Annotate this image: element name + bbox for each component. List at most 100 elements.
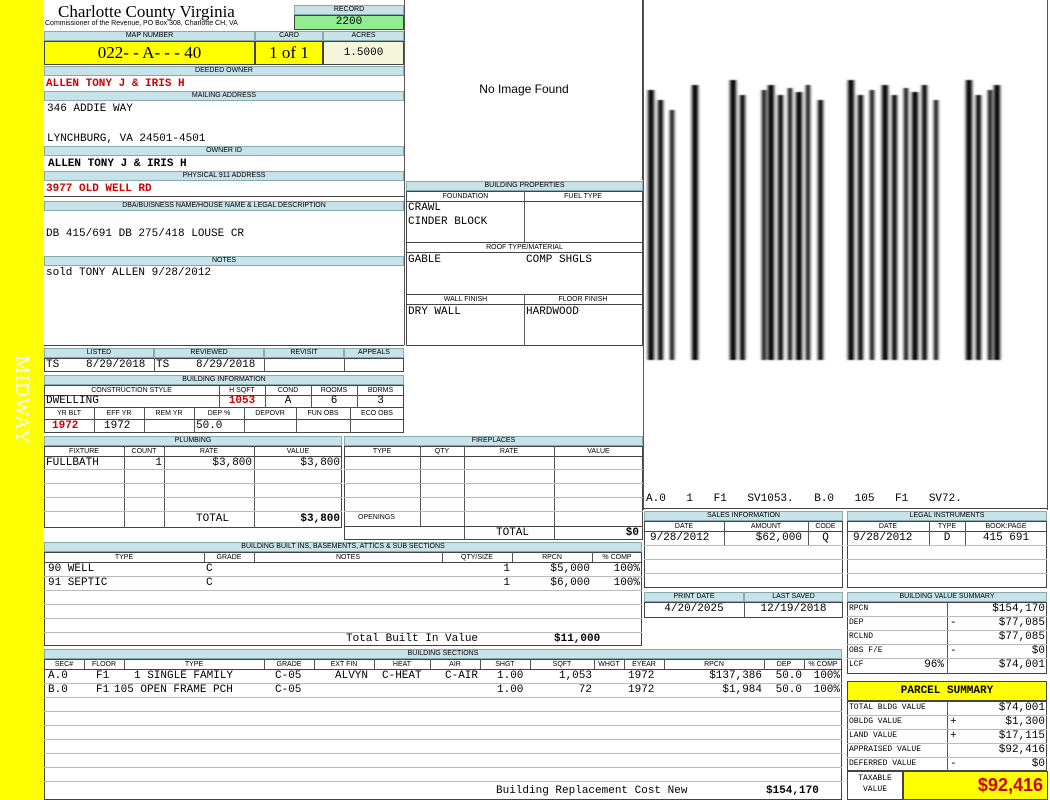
rclnd-label: RCLND [849, 632, 874, 641]
wall-finish-label: WALL FINISH [443, 296, 488, 303]
building-properties-title: BUILDING PROPERTIES [406, 181, 643, 191]
summary-label: DEFERRED VALUE [849, 759, 917, 768]
last-saved-label: LAST SAVED [744, 592, 843, 602]
summary-label: APPRAISED VALUE [849, 745, 922, 754]
remyr-label: REM YR [155, 410, 183, 417]
last-saved: 12/19/2018 [760, 603, 827, 615]
mailing-line-1: 346 ADDIE WAY [47, 103, 133, 115]
builtins-total-label: Total Built In Value [346, 633, 479, 645]
sections-total: $154,170 [766, 785, 819, 797]
sales-col-code: CODE [815, 523, 836, 530]
value-summary-title: BUILDING VALUE SUMMARY [847, 592, 1047, 602]
sales-code: Q [822, 532, 829, 544]
sections-col-eyear: EYEAR [632, 661, 656, 668]
builtin-qty: 1 [503, 563, 510, 575]
record-label: RECORD [294, 5, 404, 15]
legal-desc: DB 415/691 DB 275/418 LOUSE CR [46, 228, 245, 240]
listed-label: LISTED [44, 348, 154, 358]
section-sec: B.0 [48, 684, 68, 696]
fireplaces-openings-label: OPENINGS [358, 514, 395, 521]
builtin-comp: 100% [613, 563, 640, 575]
map-number-label: MAP NUMBER [44, 31, 255, 41]
sections-total-label: Building Replacement Cost New [496, 785, 688, 797]
builtin-type: 91 SEPTIC [48, 577, 108, 589]
sections-col-sec: SEC# [54, 661, 74, 668]
sales-col-amount: AMOUNT [750, 523, 782, 530]
plumbing-value: $3,800 [300, 457, 340, 469]
hsqft-label: H SQFT [229, 387, 255, 394]
sections-col-dep: DEP [776, 661, 792, 668]
fireplaces-title: FIREPLACES [344, 436, 643, 446]
sections-col-extfin: EXT FIN [330, 661, 358, 668]
no-image-text: No Image Found [479, 82, 569, 96]
dep: 50.0 [196, 420, 223, 432]
builtin-type: 90 WELL [48, 563, 95, 575]
builtin-comp: 100% [613, 577, 640, 589]
fireplaces-total: $0 [625, 527, 639, 539]
obs-label: OBS F/E [849, 646, 883, 655]
builtin-qty: 1 [503, 577, 510, 589]
map-number: 022- - A- - - 40 [44, 41, 255, 65]
section-rpcn: $137,386 [709, 670, 762, 682]
foundation-2: CINDER BLOCK [408, 216, 488, 228]
sections-col-comp: % COMP [808, 661, 838, 668]
dep-value: $77,085 [998, 617, 1045, 629]
listed-date: 8/29/2018 [86, 359, 146, 371]
deeded-owner: ALLEN TONY J & IRIS H [46, 78, 185, 90]
section-rpcn: $1,984 [722, 684, 762, 696]
summary-value: $0 [1031, 758, 1045, 770]
fireplaces-col-type: TYPE [372, 448, 392, 455]
reviewed-label: REVIEWED [154, 348, 264, 358]
builtin-grade: C [206, 563, 213, 575]
plumbing-col-rate: RATE [199, 448, 219, 455]
sketch-caption: A.0 1 F1 SV1053. B.0 105 F1 SV72. [646, 493, 962, 505]
summary-label: LAND VALUE [849, 731, 898, 740]
builtins-col-qty: QTY/SIZE [461, 554, 493, 561]
legal-instruments-title: LEGAL INSTRUMENTS [847, 511, 1047, 521]
obs-value: $0 [1031, 645, 1045, 657]
section-heat: C-HEAT [382, 670, 422, 682]
summary-label: OBLDG VALUE [849, 717, 902, 726]
record-value: 2200 [294, 15, 404, 30]
reviewed-by: TS [156, 359, 170, 371]
sections-col-whgt: WHGT [598, 661, 620, 668]
section-shgt: 1.00 [497, 670, 524, 682]
sections-col-rpcn: RPCN [704, 661, 724, 668]
county-title: Charlotte County Virginia [58, 2, 235, 21]
legal-date: 9/28/2012 [853, 532, 913, 544]
legal-desc-label: DBA/BUISNESS NAME/HOUSE NAME & LEGAL DES… [44, 201, 404, 211]
dep-label: DEP % [207, 410, 231, 417]
section-eyear: 1972 [628, 684, 655, 696]
acres-value: 1.5000 [323, 41, 404, 65]
rclnd-value: $77,085 [998, 631, 1045, 643]
builtins-col-notes: NOTES [335, 554, 361, 561]
sections-col-type: TYPE [184, 661, 204, 668]
section-grade: C-05 [275, 684, 302, 696]
sections-col-air: AIR [449, 661, 461, 668]
builtins-col-grade: GRADE [216, 554, 242, 561]
effyr: 1972 [104, 420, 131, 432]
summary-value: $1,300 [1005, 716, 1045, 728]
depovr-label: DEPOVR [255, 410, 285, 417]
plumbing-rate: $3,800 [212, 457, 252, 469]
builtins-col-rpcn: RPCN [542, 554, 562, 561]
legal-col-bookpage: BOOK:PAGE [985, 523, 1027, 530]
legal-bookpage: 415 691 [982, 532, 1030, 544]
acres-label: ACRES [323, 31, 404, 41]
plumbing-total: $3,800 [300, 513, 340, 525]
foundation-label: FOUNDATION [442, 193, 489, 200]
section-floor: F1 [96, 670, 110, 682]
notes: sold TONY ALLEN 9/28/2012 [46, 267, 212, 279]
section-eyear: 1972 [628, 670, 655, 682]
print-date: 4/20/2025 [664, 603, 724, 615]
legal-type: D [943, 532, 951, 544]
section-ext: ALVYN [335, 670, 369, 682]
plumbing-count: 1 [155, 457, 162, 469]
sales-date: 9/28/2012 [650, 532, 710, 544]
builtins-col-comp: % COMP [602, 554, 632, 561]
fireplaces-col-qty: QTY [434, 448, 450, 455]
plumbing-fixture: FULLBATH [46, 457, 99, 469]
taxable-label-1: TAXABLE [858, 774, 892, 783]
section-sqft: 72 [578, 684, 592, 696]
section-dep: 50.0 [775, 684, 802, 696]
